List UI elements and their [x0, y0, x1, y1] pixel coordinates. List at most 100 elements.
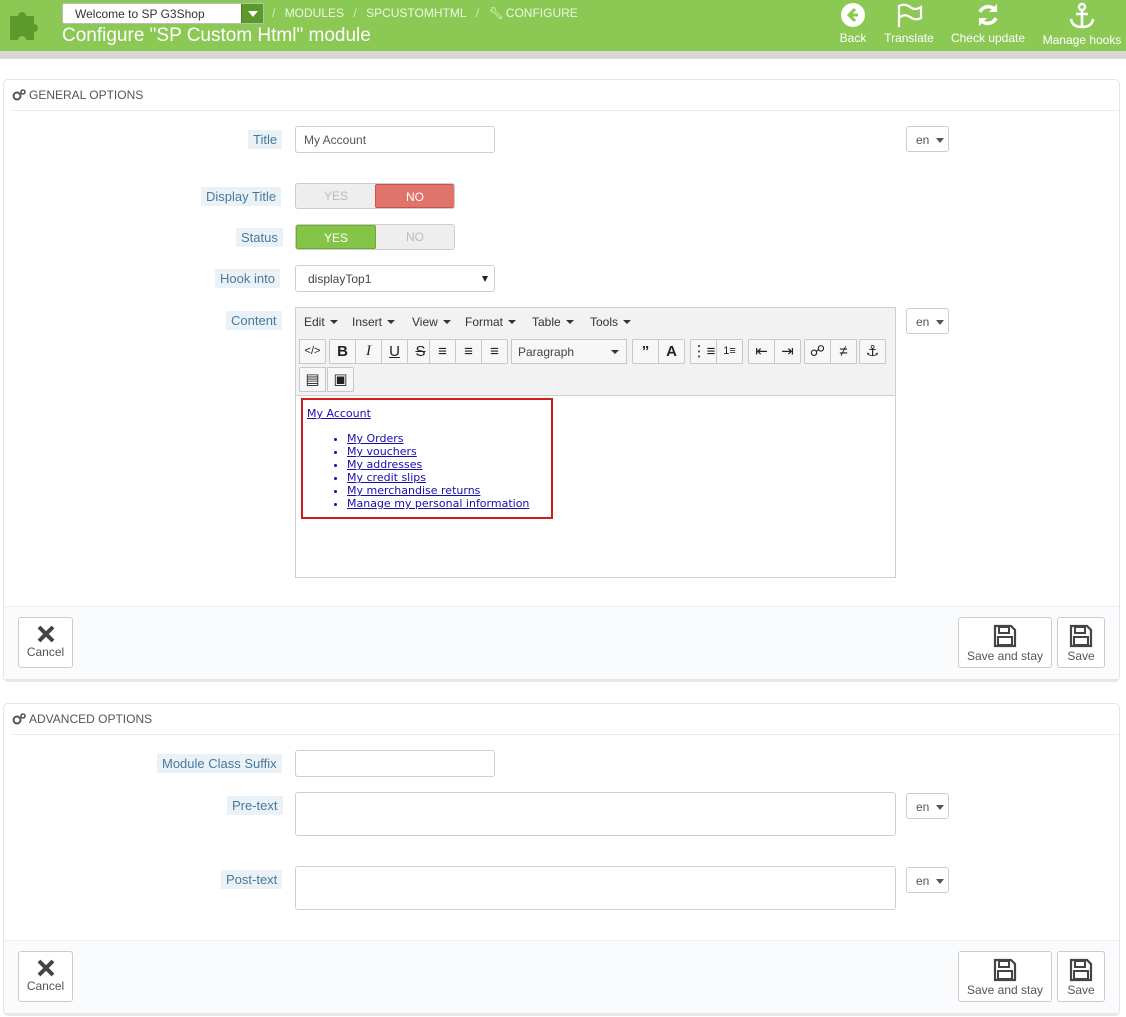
align-left-icon[interactable]: ≡	[429, 339, 456, 364]
my-merchandise-returns-link[interactable]: My merchandise returns	[347, 484, 480, 497]
advanced-panel-footer	[4, 940, 1119, 1013]
language-code: en	[916, 315, 930, 329]
title-input-value: My Account	[304, 133, 367, 147]
save-and-stay-button[interactable]: Save and stay	[958, 951, 1052, 1002]
chevron-down-icon[interactable]	[241, 4, 263, 23]
numbered-list-icon[interactable]: 1≡	[716, 339, 743, 364]
translate-button[interactable]: Translate	[881, 2, 937, 46]
content-editor[interactable]: Edit Insert View Format Table Tools </> …	[295, 307, 896, 578]
flag-icon	[897, 3, 923, 27]
bullet-list-icon[interactable]: ⋮≡	[690, 339, 717, 364]
general-panel-footer	[4, 606, 1119, 679]
media-icon[interactable]: ▤	[299, 367, 326, 392]
underline-icon[interactable]: U	[381, 339, 408, 364]
align-center-icon[interactable]: ≡	[455, 339, 482, 364]
block-format-value: Paragraph	[518, 345, 575, 359]
breadcrumb-modules[interactable]: MODULES	[285, 6, 344, 20]
floppy-disk-icon	[1069, 624, 1093, 648]
post-text-input[interactable]	[295, 866, 896, 910]
general-options-title: GENERAL OPTIONS	[29, 88, 144, 102]
editor-menubar: Edit Insert View Format Table Tools	[296, 308, 895, 336]
save-button[interactable]: Save	[1057, 617, 1105, 668]
menu-insert[interactable]: Insert	[352, 315, 395, 329]
manage-personal-info-link[interactable]: Manage my personal information	[347, 497, 529, 510]
back-button[interactable]: Back	[836, 2, 870, 46]
menu-edit[interactable]: Edit	[304, 315, 338, 329]
content-language-button[interactable]: en	[906, 308, 949, 334]
page-header: Welcome to SP G3Shop / MODULES / SPCUSTO…	[0, 0, 1126, 51]
content-heading-link[interactable]: My Account	[307, 407, 371, 420]
list-item: Manage my personal information	[347, 497, 529, 510]
save-and-stay-button[interactable]: Save and stay	[958, 617, 1052, 668]
close-icon	[37, 959, 54, 977]
my-credit-slips-link[interactable]: My credit slips	[347, 471, 426, 484]
bold-icon[interactable]: B	[329, 339, 356, 364]
breadcrumb-configure: CONFIGURE	[505, 6, 578, 20]
language-code: en	[916, 874, 930, 888]
post-text-language-button[interactable]: en	[906, 867, 949, 893]
my-vouchers-link[interactable]: My vouchers	[347, 445, 417, 458]
list-item: My vouchers	[347, 445, 529, 458]
unlink-icon[interactable]: ≠	[830, 339, 857, 364]
editor-content[interactable]: My Account My Orders My vouchers My addr…	[301, 398, 553, 519]
text-color-icon[interactable]: A	[658, 339, 685, 364]
title-language-button[interactable]: en	[906, 126, 949, 152]
translate-label: Translate	[884, 31, 934, 45]
link-icon[interactable]: ☍	[804, 339, 831, 364]
language-code: en	[916, 133, 930, 147]
pre-text-language-button[interactable]: en	[906, 793, 949, 819]
display-title-yes[interactable]: YES	[296, 184, 376, 208]
list-item: My merchandise returns	[347, 484, 529, 497]
anchor-icon[interactable]: ⚓︎	[859, 339, 886, 364]
cancel-button[interactable]: Cancel	[18, 951, 73, 1002]
blockquote-icon[interactable]: ”	[632, 339, 659, 364]
post-text-label: Post-text	[221, 870, 283, 889]
cogs-icon	[12, 713, 26, 725]
breadcrumb-spcustomhtml[interactable]: SPCUSTOMHTML	[366, 6, 466, 20]
title-label: Title	[248, 130, 283, 149]
menu-tools[interactable]: Tools	[590, 315, 631, 329]
back-label: Back	[839, 31, 867, 45]
floppy-disk-icon	[1069, 958, 1093, 982]
image-icon[interactable]: ▣	[327, 367, 354, 392]
status-switch[interactable]: YES NO	[295, 224, 455, 250]
display-title-switch[interactable]: YES NO	[295, 183, 455, 209]
save-and-stay-label: Save and stay	[966, 649, 1044, 663]
status-yes[interactable]: YES	[296, 225, 376, 249]
list-item: My addresses	[347, 458, 529, 471]
pre-text-input[interactable]	[295, 792, 896, 836]
save-and-stay-label: Save and stay	[966, 983, 1044, 997]
indent-icon[interactable]: ⇥	[774, 339, 801, 364]
hook-into-select[interactable]: displayTop1	[295, 265, 495, 292]
module-class-suffix-label: Module Class Suffix	[157, 754, 282, 773]
italic-icon[interactable]: I	[355, 339, 382, 364]
module-class-suffix-input[interactable]	[295, 750, 495, 777]
save-label: Save	[1067, 983, 1095, 997]
panel-heading: GENERAL OPTIONS	[12, 80, 1119, 111]
align-right-icon[interactable]: ≡	[481, 339, 508, 364]
menu-table[interactable]: Table	[532, 315, 574, 329]
menu-view[interactable]: View	[412, 315, 451, 329]
source-code-icon[interactable]: </>	[299, 339, 326, 364]
wrench-icon: 🔧︎	[488, 6, 504, 20]
block-format-select[interactable]: Paragraph	[511, 339, 627, 364]
status-no[interactable]: NO	[375, 225, 454, 249]
manage-hooks-button[interactable]: Manage hooks	[1040, 2, 1124, 47]
check-update-button[interactable]: Check update	[948, 2, 1028, 46]
save-button[interactable]: Save	[1057, 951, 1105, 1002]
shop-selector-value: Welcome to SP G3Shop	[75, 7, 205, 21]
display-title-no[interactable]: NO	[375, 184, 454, 208]
title-input[interactable]: My Account	[295, 126, 495, 153]
puzzle-icon	[10, 12, 38, 40]
floppy-disk-icon	[993, 624, 1017, 648]
status-label: Status	[236, 228, 283, 247]
menu-format[interactable]: Format	[465, 315, 516, 329]
cancel-button[interactable]: Cancel	[18, 617, 73, 668]
panel-heading: ADVANCED OPTIONS	[12, 704, 1119, 735]
shop-selector[interactable]: Welcome to SP G3Shop	[62, 3, 264, 24]
my-addresses-link[interactable]: My addresses	[347, 458, 422, 471]
outdent-icon[interactable]: ⇤	[748, 339, 775, 364]
floppy-disk-icon	[993, 958, 1017, 982]
my-orders-link[interactable]: My Orders	[347, 432, 404, 445]
save-label: Save	[1067, 649, 1095, 663]
